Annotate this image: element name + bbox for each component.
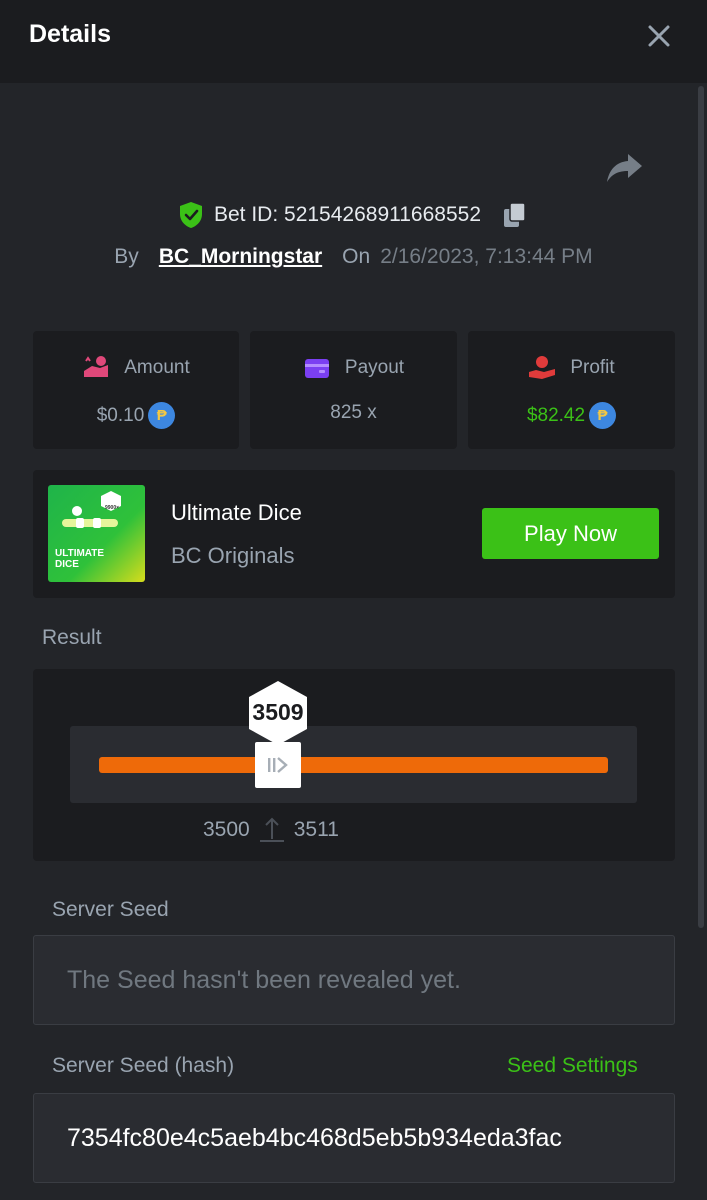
seed-settings-link[interactable]: Seed Settings <box>507 1054 638 1078</box>
game-provider: BC Originals <box>171 543 295 568</box>
on-label: On <box>342 245 371 268</box>
coin-icon: ₱ <box>148 402 176 429</box>
result-range: 3500 3511 <box>203 815 339 845</box>
server-seed-hash-label: Server Seed (hash) <box>52 1054 235 1077</box>
result-panel: 3509 3500 3511 <box>33 669 675 861</box>
payout-card: Payout 825 x <box>250 331 457 449</box>
server-seed-value: The Seed hasn't been revealed yet. <box>67 966 461 994</box>
payout-wallet-icon <box>304 359 329 378</box>
payout-label: Payout <box>344 357 405 378</box>
amount-card: Amount $0.10 ₱ <box>33 331 239 449</box>
drag-handle-icon <box>268 757 288 773</box>
range-low: 3500 <box>203 818 250 841</box>
profit-hand-icon <box>529 356 556 379</box>
coin-icon: ₱ <box>589 402 617 429</box>
profit-value: $82.42 <box>526 404 586 426</box>
thumb-title-line1: ULTIMATE <box>55 548 104 559</box>
arrow-up-icon <box>259 817 284 842</box>
bet-byline: By BC_Morningstar On 2/16/2023, 7:13:44 … <box>0 242 707 272</box>
close-icon[interactable] <box>643 20 675 52</box>
result-value: 3509 <box>252 699 304 725</box>
game-card: 9900× ULTIMATE DICE Ultimate Dice BC Ori… <box>33 470 675 598</box>
profit-label: Profit <box>570 357 615 378</box>
server-seed-hash-value: 7354fc80e4c5aeb4bc468d5eb5b934eda3fac <box>67 1124 562 1152</box>
profit-card: Profit $82.42 ₱ <box>468 331 675 449</box>
result-label: Result <box>42 626 102 649</box>
page-title: Details <box>29 20 111 48</box>
bet-id-row: Bet ID: 52154268911668552 <box>0 200 707 230</box>
game-name[interactable]: Ultimate Dice <box>171 500 302 526</box>
server-seed-label: Server Seed <box>52 898 169 921</box>
details-header: Details <box>0 0 707 83</box>
amount-label: Amount <box>124 357 190 378</box>
slider-handle[interactable] <box>255 742 301 788</box>
server-seed-hash-field[interactable]: 7354fc80e4c5aeb4bc468d5eb5b934eda3fac <box>33 1093 675 1183</box>
verified-shield-icon <box>179 202 202 228</box>
server-seed-field[interactable]: The Seed hasn't been revealed yet. <box>33 935 675 1025</box>
bet-id: Bet ID: 52154268911668552 <box>213 203 481 226</box>
result-track <box>99 757 608 773</box>
amount-value: $0.10 <box>96 404 145 426</box>
share-icon[interactable] <box>604 150 644 186</box>
amount-icon <box>84 356 109 377</box>
username-link[interactable]: BC_Morningstar <box>159 245 322 269</box>
thumb-badge: 9900× <box>105 505 119 511</box>
game-thumbnail[interactable]: 9900× ULTIMATE DICE <box>48 485 145 582</box>
range-high: 3511 <box>293 818 339 841</box>
thumb-title-line2: DICE <box>55 559 79 570</box>
payout-value: 825 x <box>330 402 377 423</box>
result-slider <box>70 726 637 803</box>
by-label: By <box>114 245 139 268</box>
play-now-button[interactable]: Play Now <box>482 508 659 559</box>
bet-datetime: 2/16/2023, 7:13:44 PM <box>380 245 593 268</box>
copy-icon[interactable] <box>501 201 529 229</box>
